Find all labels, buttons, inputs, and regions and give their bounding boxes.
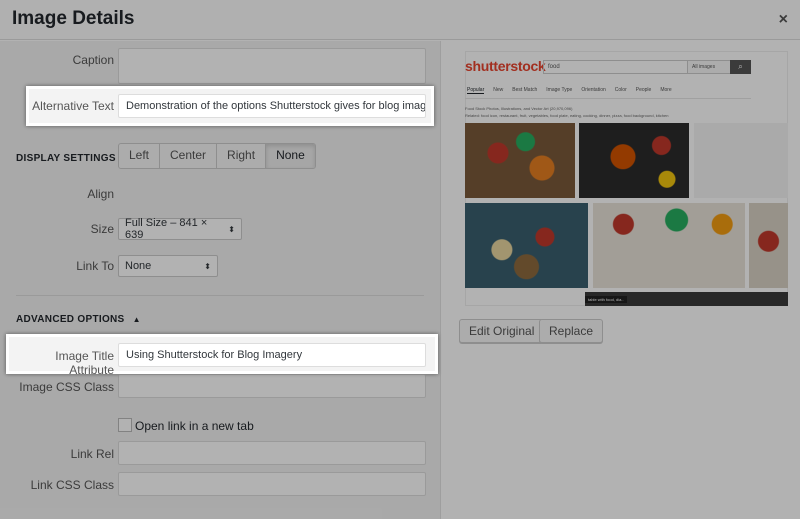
display-settings-heading: DISPLAY SETTINGS xyxy=(16,153,116,164)
select-arrows-icon: ⬍ xyxy=(228,224,235,234)
food-photo xyxy=(749,203,788,288)
shutterstock-logo: shutterstock xyxy=(465,58,546,74)
food-photo xyxy=(465,123,575,198)
select-arrows-icon: ⬍ xyxy=(204,261,211,271)
preview-tab: Image Type xyxy=(546,87,573,93)
alt-text-label: Alternative Text xyxy=(32,99,114,113)
search-icon: ⌕ xyxy=(730,60,751,74)
align-right-button[interactable]: Right xyxy=(217,144,267,168)
food-photo xyxy=(465,203,588,288)
size-label: Size xyxy=(90,222,114,236)
align-left-button[interactable]: Left xyxy=(119,144,161,168)
caption-label: Caption xyxy=(72,53,114,67)
preview-tab: Best Match xyxy=(512,87,538,93)
align-button-group: Left Center Right None xyxy=(118,143,316,169)
advanced-options-toggle[interactable]: ADVANCED OPTIONS ▲ xyxy=(16,314,141,325)
modal-title: Image Details xyxy=(12,8,135,29)
preview-tab: Orientation xyxy=(581,87,606,93)
align-center-button[interactable]: Center xyxy=(160,144,218,168)
preview-tab: Color xyxy=(614,87,627,93)
preview-meta-related: Related: food icon, restaurant, fruit, v… xyxy=(465,113,669,118)
align-none-button[interactable]: None xyxy=(266,144,315,168)
caption-textarea[interactable] xyxy=(118,48,426,84)
alt-text-input[interactable]: Demonstration of the options Shutterstoc… xyxy=(118,94,426,118)
link-to-value: None xyxy=(125,260,152,272)
css-class-label: Image CSS Class xyxy=(19,380,114,394)
preview-dropdown: All images xyxy=(687,60,731,74)
divider xyxy=(16,295,424,296)
link-rel-input[interactable] xyxy=(118,441,426,465)
css-class-input[interactable] xyxy=(118,374,426,398)
preview-tab: New xyxy=(493,87,504,93)
new-tab-label: Open link in a new tab xyxy=(135,419,254,433)
preview-tab: Popular xyxy=(467,87,485,94)
close-icon[interactable]: × xyxy=(779,11,788,29)
link-css-class-input[interactable] xyxy=(118,472,426,496)
preview-tab: People xyxy=(635,87,652,93)
link-css-class-label: Link CSS Class xyxy=(30,478,114,492)
link-to-label: Link To xyxy=(76,259,114,273)
preview-photo-caption: table with food, dia.. xyxy=(585,296,627,303)
title-attribute-label: Image Title Attribute xyxy=(55,349,114,377)
title-attribute-input[interactable]: Using Shutterstock for Blog Imagery xyxy=(118,343,426,367)
link-to-select[interactable]: None ⬍ xyxy=(118,255,218,277)
edit-original-button[interactable]: Edit Original xyxy=(459,319,545,343)
collapse-arrow-icon: ▲ xyxy=(132,315,141,324)
advanced-options-heading: ADVANCED OPTIONS xyxy=(16,314,125,325)
title-attribute-row: Image Title Attribute Using Shutterstock… xyxy=(6,334,438,377)
replace-button[interactable]: Replace xyxy=(539,319,604,343)
modal-header: Image Details × xyxy=(0,0,800,40)
food-icons-photo xyxy=(694,123,788,198)
preview-divider xyxy=(465,98,751,99)
new-tab-checkbox[interactable] xyxy=(118,418,132,432)
preview-tabs: Popular New Best Match Image Type Orient… xyxy=(467,87,672,94)
size-select[interactable]: Full Size – 841 × 639 ⬍ xyxy=(118,217,242,241)
preview-meta-title: Food Stock Photos, Illustrations, and Ve… xyxy=(465,106,573,111)
size-value: Full Size – 841 × 639 xyxy=(125,217,208,241)
alt-text-row: Alternative Text Demonstration of the op… xyxy=(26,86,434,126)
food-photo xyxy=(579,123,689,198)
food-photo xyxy=(593,203,745,288)
preview-tab: More xyxy=(660,87,672,93)
align-label: Align xyxy=(87,187,114,201)
link-rel-label: Link Rel xyxy=(70,447,114,461)
